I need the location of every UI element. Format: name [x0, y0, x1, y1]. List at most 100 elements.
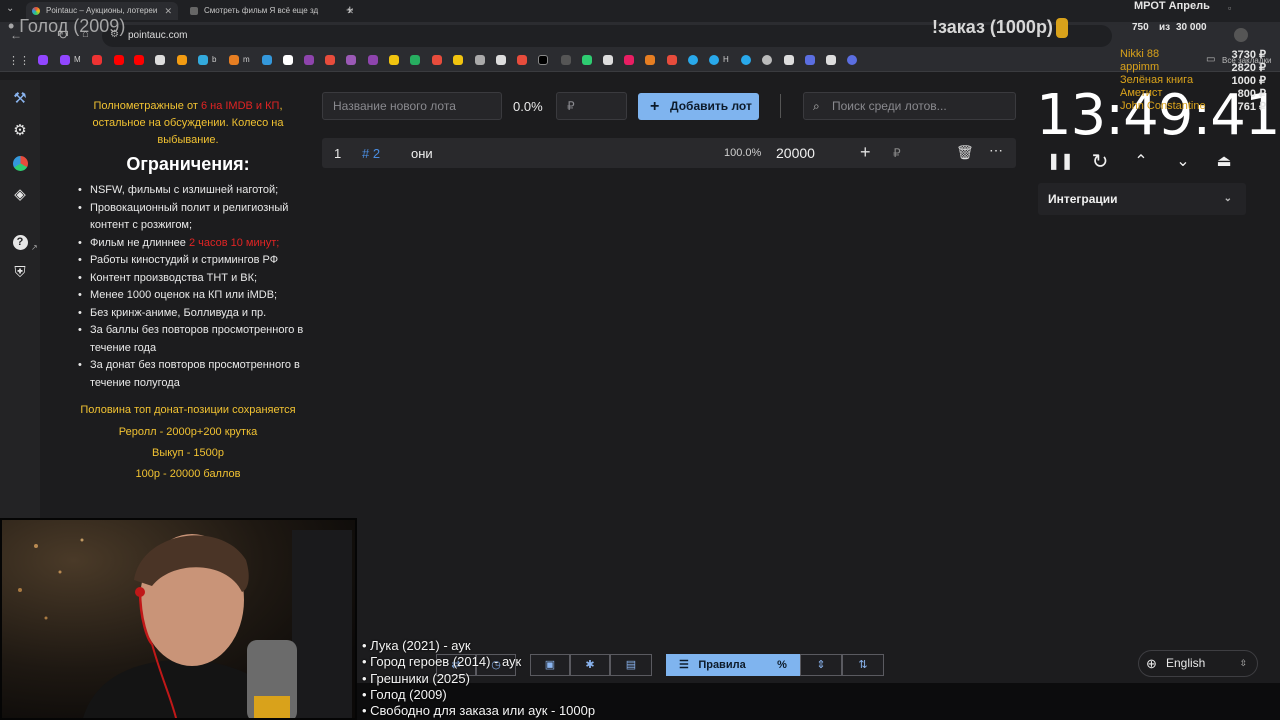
- bookmark-icon[interactable]: [826, 55, 836, 65]
- bookmark-icon[interactable]: [582, 55, 592, 65]
- rules-list-item: Контент производства ТНТ и ВК;: [78, 270, 320, 288]
- bookmark-icon[interactable]: [453, 55, 463, 65]
- bookmark-icon[interactable]: [762, 55, 772, 65]
- add-amount-icon[interactable]: +: [860, 142, 871, 163]
- sort-button[interactable]: ⇅: [842, 654, 884, 676]
- telegram-icon[interactable]: [688, 55, 698, 65]
- lot-row[interactable]: 1 # 2 они 100.0% 20000 + ₽ 🗑 ⋯: [322, 138, 1016, 168]
- bookmark-icon[interactable]: [475, 55, 485, 65]
- bookmark-icon[interactable]: [346, 55, 356, 65]
- integrations-dropdown[interactable]: Интеграции ⌄: [1038, 183, 1246, 215]
- mrot-goal: 30 000: [1176, 22, 1207, 33]
- tab-movie[interactable]: Смотреть фильм Я всё еще зд ✕: [184, 2, 360, 20]
- mail-icon[interactable]: [177, 55, 187, 65]
- external-link-icon: ↗: [31, 243, 38, 252]
- bookmark-icon[interactable]: [198, 55, 208, 65]
- bookmark-icon[interactable]: [368, 55, 378, 65]
- rules-list-item: NSFW, фильмы с излишней наготой;: [78, 182, 320, 200]
- bookmark-icon[interactable]: [262, 55, 272, 65]
- bookmark-icon[interactable]: [741, 55, 751, 65]
- bookmark-icon[interactable]: [92, 55, 102, 65]
- bookmark-icon[interactable]: [304, 55, 314, 65]
- layers-icon[interactable]: ◈: [10, 185, 30, 205]
- language-select[interactable]: ⊕ English ⇳: [1138, 650, 1258, 677]
- bookmark-icon[interactable]: [624, 55, 634, 65]
- rules-intro-line: остальное на обсуждении. Колесо на: [92, 117, 284, 129]
- compress-button[interactable]: ⇕: [800, 654, 842, 676]
- bookmark-icon[interactable]: [805, 55, 815, 65]
- rules-panel: Полнометражные от 6 на IMDB и КП, осталь…: [40, 80, 330, 520]
- lot-percent: 100.0%: [724, 147, 762, 159]
- bookmark-icon[interactable]: [561, 55, 571, 65]
- lot-amount[interactable]: 20000: [776, 145, 815, 161]
- list-icon: ☰: [679, 659, 689, 671]
- reset-icon[interactable]: ↻: [1088, 150, 1112, 174]
- rules-button[interactable]: ☰ Правила: [666, 654, 764, 676]
- youtube-icon[interactable]: [134, 55, 144, 65]
- rules-note: Половина топ донат-позиции сохраняется: [80, 404, 296, 416]
- select-arrows-icon: ⇳: [1239, 658, 1247, 668]
- shield-icon[interactable]: ⛨: [10, 263, 30, 283]
- donor-name: Nikki 88: [1120, 48, 1160, 60]
- new-tab-icon[interactable]: +: [346, 2, 354, 17]
- lot-search-input[interactable]: ⌕ Поиск среди лотов...: [803, 92, 1016, 120]
- bookmark-icon[interactable]: [517, 55, 527, 65]
- bookmark-icon[interactable]: [538, 55, 548, 65]
- add-lot-button[interactable]: + Добавить лот: [638, 93, 759, 120]
- donation-overlay: МРОТ Апрель 750 из 30 000 Nikki 88 3730 …: [1118, 0, 1280, 116]
- bookmark-icon[interactable]: [38, 55, 48, 65]
- gear-icon[interactable]: ⚙: [10, 121, 30, 141]
- wheel-icon[interactable]: [10, 153, 30, 173]
- eject-icon[interactable]: ⏏: [1212, 150, 1236, 174]
- bookmark-icon[interactable]: [784, 55, 794, 65]
- lot-currency[interactable]: ₽: [893, 146, 901, 160]
- tab-title: Смотреть фильм Я всё еще зд: [204, 6, 319, 15]
- movie-favicon-icon: [190, 7, 198, 15]
- rules-list-item: Без кринж-аниме, Болливуда и пр.: [78, 305, 320, 323]
- more-options-icon[interactable]: ⋯: [989, 142, 1003, 159]
- donor-name: Зелёная книга: [1120, 74, 1194, 86]
- bookmark-icon[interactable]: [410, 55, 420, 65]
- bookmark-icon[interactable]: [325, 55, 335, 65]
- new-lot-name-input[interactable]: Название нового лота: [322, 92, 502, 120]
- bookmark-icon[interactable]: [60, 55, 70, 65]
- donor-name: John Constantine: [1120, 100, 1206, 112]
- tab-title: Pointauc – Аукционы, лотереи: [46, 6, 158, 15]
- bookmark-icon[interactable]: [847, 55, 857, 65]
- tab-list-chevron-icon[interactable]: ⌄: [6, 3, 14, 14]
- auction-hammer-icon[interactable]: ⚒: [10, 89, 30, 109]
- donor-name: Аметист: [1120, 87, 1163, 99]
- bookmark-icon[interactable]: [229, 55, 239, 65]
- apps-grid-icon[interactable]: ⋮⋮: [8, 54, 30, 67]
- youtube-icon[interactable]: [114, 55, 124, 65]
- pointauc-favicon-icon: [32, 7, 40, 15]
- lot-name[interactable]: они: [411, 146, 433, 161]
- integrations-label: Интеграции: [1048, 192, 1118, 206]
- bookmark-icon[interactable]: [667, 55, 677, 65]
- mrot-title: МРОТ Апрель: [1134, 0, 1210, 12]
- help-icon[interactable]: ?: [10, 231, 30, 251]
- streamer-image: [2, 520, 355, 718]
- bookmark-icon[interactable]: [155, 55, 165, 65]
- bookmark-icon[interactable]: [389, 55, 399, 65]
- telegram-icon[interactable]: [709, 55, 719, 65]
- plus-icon: +: [650, 98, 660, 115]
- new-lot-amount-input[interactable]: ₽: [556, 92, 627, 120]
- mrot-separator: из: [1159, 22, 1171, 33]
- bookmark-icon[interactable]: [283, 55, 293, 65]
- bookmark-icon[interactable]: [603, 55, 613, 65]
- pause-icon[interactable]: ❚❚: [1047, 150, 1074, 174]
- chevron-up-icon[interactable]: ⌃: [1129, 150, 1153, 174]
- trash-icon[interactable]: 🗑: [956, 144, 974, 161]
- globe-icon: ⊕: [1146, 656, 1157, 671]
- chevron-down-icon[interactable]: ⌄: [1171, 150, 1195, 174]
- bookmark-icon[interactable]: [496, 55, 506, 65]
- bookmark-icon[interactable]: [645, 55, 655, 65]
- percent-button[interactable]: %: [764, 654, 800, 676]
- rules-list-item: Работы киностудий и стримингов РФ: [78, 252, 320, 270]
- bookmark-label: H: [723, 55, 729, 64]
- close-tab-icon[interactable]: ✕: [164, 2, 172, 20]
- lot-id[interactable]: # 2: [362, 146, 380, 161]
- bookmark-icon[interactable]: [432, 55, 442, 65]
- donor-amount: 3730 ₽: [1231, 49, 1266, 61]
